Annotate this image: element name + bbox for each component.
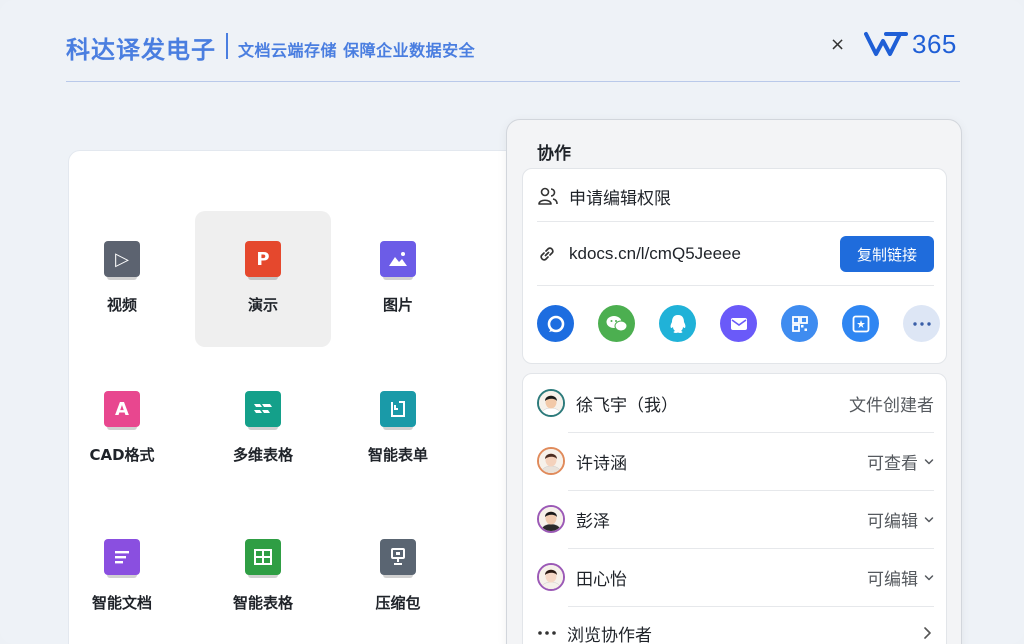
chevron-right-icon — [924, 627, 931, 639]
chevron-down-icon — [924, 509, 934, 529]
permission-dropdown[interactable]: 可编辑 — [867, 565, 934, 590]
file-type-multi-table[interactable]: 多维表格 — [195, 361, 331, 497]
more-share-icon[interactable] — [903, 305, 940, 342]
file-type-label: 视频 — [106, 296, 137, 314]
collab-title: 协作 — [537, 144, 571, 164]
member-role-label: 文件创建者 — [849, 391, 934, 416]
collaboration-panel: 协作 申请编辑权限 kdocs.cn/l/cmQ5Jeeee 复制链接 浏览协作… — [506, 119, 962, 644]
file-type-label: 智能表格 — [232, 594, 293, 612]
image-icon — [380, 241, 416, 280]
permission-label: 可编辑 — [867, 511, 918, 532]
email-share-icon[interactable] — [720, 305, 757, 342]
brand-separator — [226, 33, 228, 59]
file-type-label: 智能表单 — [367, 446, 428, 464]
multi-table-icon — [245, 391, 281, 430]
avatar — [537, 389, 565, 417]
copy-link-button[interactable]: 复制链接 — [840, 236, 934, 272]
permission-label: 文件创建者 — [849, 395, 934, 416]
file-type-smart-form[interactable]: 智能表单 — [330, 361, 466, 497]
file-type-label: 演示 — [247, 296, 278, 314]
chevron-down-icon — [924, 567, 934, 587]
file-type-smart-sheet[interactable]: 智能表格 — [195, 509, 331, 644]
permission-dropdown[interactable]: 可查看 — [867, 449, 934, 474]
file-type-archive[interactable]: 压缩包 — [330, 509, 466, 644]
file-type-label: 多维表格 — [232, 446, 293, 464]
avatar — [537, 505, 565, 533]
member-row: 徐飞宇（我） 文件创建者 — [537, 374, 934, 432]
smart-form-icon — [380, 391, 416, 430]
qq-share-icon[interactable] — [659, 305, 696, 342]
member-name: 彭泽 — [576, 511, 610, 532]
file-type-smart-doc[interactable]: 智能文档 — [54, 509, 190, 644]
member-name: 徐飞宇（我） — [576, 395, 678, 416]
archive-icon — [380, 539, 416, 578]
file-type-label: CAD格式 — [89, 446, 155, 464]
chevron-down-icon — [924, 451, 934, 471]
wps-w-logo-icon — [864, 32, 908, 56]
users-icon — [538, 187, 558, 205]
link-icon — [540, 247, 554, 261]
smart-sheet-icon — [245, 539, 281, 578]
divider — [537, 221, 934, 222]
file-type-presentation[interactable]: P 演示 — [195, 211, 331, 347]
file-type-label: 压缩包 — [375, 594, 421, 612]
wechat-share-icon[interactable] — [598, 305, 635, 342]
logo-text: 365 — [912, 28, 957, 59]
member-row: 彭泽 可编辑 — [537, 490, 934, 548]
app-frame: 科达译发电子 文档云端存储 保障企业数据安全 × 365 ▷ 视频 P 演示 图片 A CA… — [0, 0, 1024, 644]
file-type-label: 智能文档 — [91, 594, 152, 612]
file-type-cad[interactable]: A CAD格式 — [54, 361, 190, 497]
cad-icon: A — [104, 391, 140, 430]
share-box: 申请编辑权限 kdocs.cn/l/cmQ5Jeeee 复制链接 — [522, 168, 947, 364]
more-horizontal-icon — [538, 631, 556, 635]
permission-dropdown[interactable]: 可编辑 — [867, 507, 934, 532]
member-list: 浏览协作者 徐飞宇（我） 文件创建者 许诗涵 可查看 彭泽 可编辑 田心怡 可编辑 — [522, 373, 947, 644]
wps-logo: 365 — [864, 28, 957, 60]
qrcode-share-icon[interactable] — [781, 305, 818, 342]
share-link-text[interactable]: kdocs.cn/l/cmQ5Jeeee — [569, 244, 741, 264]
close-icon[interactable]: × — [830, 34, 845, 55]
member-row: 田心怡 可编辑 — [537, 548, 934, 606]
member-name: 许诗涵 — [576, 453, 627, 474]
avatar — [537, 563, 565, 591]
permission-label: 可编辑 — [867, 569, 918, 590]
member-row: 许诗涵 可查看 — [537, 432, 934, 490]
permission-label: 可查看 — [867, 453, 918, 474]
smart-doc-icon — [104, 539, 140, 578]
divider — [568, 606, 934, 607]
dingtalk-share-icon[interactable] — [842, 305, 879, 342]
request-edit-permission[interactable]: 申请编辑权限 — [537, 183, 671, 209]
presentation-icon: P — [245, 241, 281, 280]
divider — [537, 285, 934, 286]
file-type-panel: ▷ 视频 P 演示 图片 A CAD格式 多维表格 智能表单智能文档 智能表格 压缩包 — [68, 150, 538, 644]
file-type-video[interactable]: ▷ 视频 — [54, 211, 190, 347]
kdocs-share-icon[interactable] — [537, 305, 574, 342]
share-channel-list — [537, 305, 940, 342]
avatar — [537, 447, 565, 475]
browse-collaborators[interactable]: 浏览协作者 — [537, 618, 934, 644]
request-edit-label: 申请编辑权限 — [569, 188, 671, 209]
share-link-row: kdocs.cn/l/cmQ5Jeeee 复制链接 — [537, 236, 934, 272]
member-name: 田心怡 — [576, 569, 627, 590]
header: 科达译发电子 文档云端存储 保障企业数据安全 × 365 — [66, 28, 960, 82]
file-type-image[interactable]: 图片 — [330, 211, 466, 347]
video-icon: ▷ — [104, 241, 140, 280]
brand-name: 科达译发电子 — [66, 36, 216, 64]
slogan: 文档云端存储 保障企业数据安全 — [238, 41, 476, 60]
browse-collaborators-label: 浏览协作者 — [567, 625, 652, 644]
file-type-label: 图片 — [382, 296, 413, 314]
